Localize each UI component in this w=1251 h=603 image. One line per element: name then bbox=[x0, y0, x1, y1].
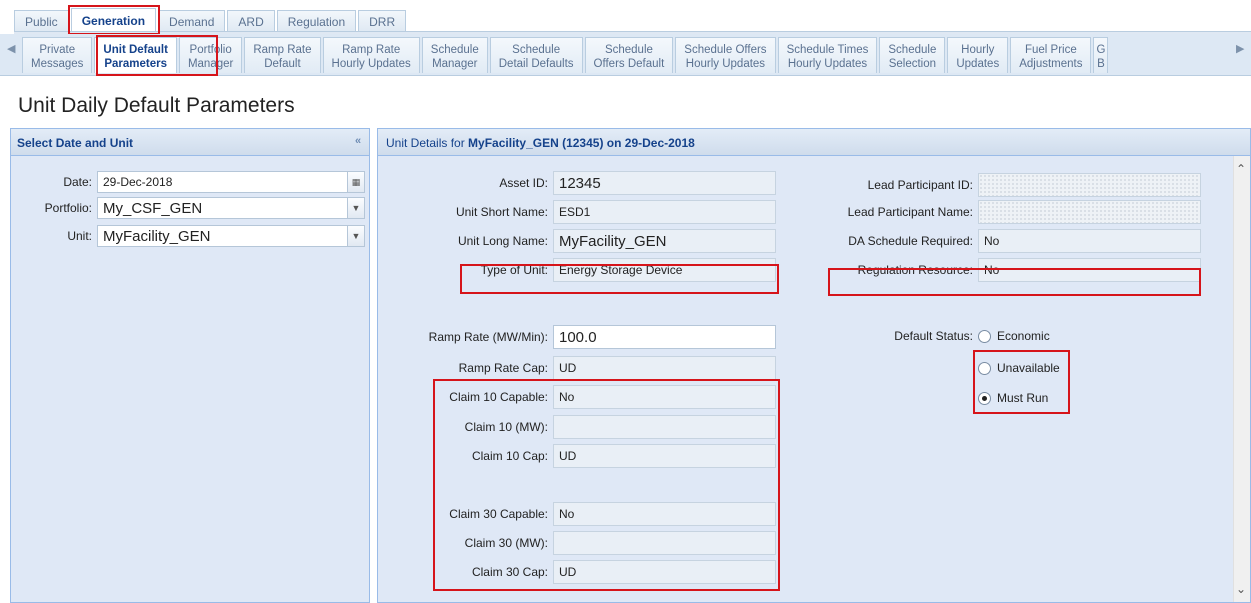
ramp-rate-input[interactable]: 100.0 bbox=[553, 325, 776, 349]
claim-10-cap-label: Claim 10 Cap: bbox=[471, 449, 548, 463]
tab-truncated[interactable]: G B bbox=[1093, 37, 1109, 73]
tab-schedule-times-hourly-updates[interactable]: Schedule Times Hourly Updates bbox=[777, 37, 878, 73]
claim-30-cap-label: Claim 30 Cap: bbox=[471, 565, 548, 579]
asset-id-field: 12345 bbox=[553, 171, 776, 195]
unit-details-panel: Unit Details for MyFacility_GEN (12345) … bbox=[377, 128, 1251, 603]
ramp-rate-label: Ramp Rate (MW/Min): bbox=[428, 330, 548, 344]
tab-schedule-offers-hourly-updates[interactable]: Schedule Offers Hourly Updates bbox=[675, 37, 776, 73]
unit-details-title: MyFacility_GEN (12345) on 29-Dec-2018 bbox=[468, 136, 695, 150]
lead-participant-id-field bbox=[978, 173, 1201, 197]
claim-10-mw-field bbox=[553, 415, 776, 439]
chevron-up-icon[interactable]: ⌃ bbox=[1236, 162, 1246, 176]
claim-30-capable-field: No bbox=[553, 502, 776, 526]
tab-schedule-manager[interactable]: Schedule Manager bbox=[421, 37, 488, 73]
tab-fuel-price-adjustments[interactable]: Fuel Price Adjustments bbox=[1010, 37, 1092, 73]
tab-schedule-offers-default[interactable]: Schedule Offers Default bbox=[584, 37, 674, 73]
claim-10-cap-field: UD bbox=[553, 444, 776, 468]
tab-ramp-rate-hourly-updates[interactable]: Ramp Rate Hourly Updates bbox=[322, 37, 420, 73]
claim-30-cap-field: UD bbox=[553, 560, 776, 584]
type-of-unit-field: Energy Storage Device bbox=[553, 258, 776, 282]
left-panel-title: Select Date and Unit bbox=[17, 136, 134, 150]
claim-10-capable-label: Claim 10 Capable: bbox=[449, 390, 548, 404]
arrow-left-icon[interactable]: ◀ bbox=[7, 42, 15, 55]
tab-portfolio-manager[interactable]: Portfolio Manager bbox=[178, 37, 243, 73]
tab-public[interactable]: Public bbox=[14, 10, 69, 32]
regulation-resource-label: Regulation Resource: bbox=[857, 263, 973, 277]
radio-circle-icon[interactable] bbox=[978, 329, 991, 343]
da-schedule-required-label: DA Schedule Required: bbox=[848, 234, 973, 248]
tab-ard[interactable]: ARD bbox=[227, 10, 275, 32]
date-label: Date: bbox=[63, 175, 92, 189]
portfolio-label: Portfolio: bbox=[44, 201, 92, 215]
chevron-down-icon[interactable]: ▼ bbox=[347, 198, 364, 218]
top-tab-bar: Public Generation Demand ARD Regulation … bbox=[0, 0, 1251, 34]
radio-must-run[interactable]: Must Run bbox=[978, 391, 1048, 405]
radio-economic-label: Economic bbox=[997, 329, 1050, 343]
regulation-resource-field: No bbox=[978, 258, 1201, 282]
unit-short-name-field: ESD1 bbox=[553, 200, 776, 224]
unit-select[interactable]: MyFacility_GEN ▼ bbox=[97, 225, 365, 247]
radio-unavailable-label: Unavailable bbox=[997, 361, 1060, 375]
select-date-and-unit-panel: Select Date and Unit « Date: 29-Dec-2018… bbox=[10, 128, 370, 603]
asset-id-label: Asset ID: bbox=[499, 176, 548, 190]
sub-tab-bar: ◀ Private Messages Unit Default Paramete… bbox=[0, 34, 1251, 76]
unit-details-prefix: Unit Details for bbox=[386, 136, 465, 150]
tab-schedule-detail-defaults[interactable]: Schedule Detail Defaults bbox=[489, 37, 583, 73]
da-schedule-required-field: No bbox=[978, 229, 1201, 253]
radio-unavailable[interactable]: Unavailable bbox=[978, 361, 1060, 375]
tab-generation[interactable]: Generation bbox=[70, 8, 157, 32]
right-panel-header: Unit Details for MyFacility_GEN (12345) … bbox=[378, 129, 1250, 156]
tab-unit-default-parameters[interactable]: Unit Default Parameters bbox=[94, 37, 177, 73]
arrow-right-icon[interactable]: ▶ bbox=[1236, 42, 1244, 55]
tab-regulation[interactable]: Regulation bbox=[276, 10, 357, 32]
unit-long-name-label: Unit Long Name: bbox=[457, 234, 548, 248]
unit-label: Unit: bbox=[67, 229, 92, 243]
claim-30-mw-label: Claim 30 (MW): bbox=[464, 536, 548, 550]
claim-10-mw-label: Claim 10 (MW): bbox=[464, 420, 548, 434]
radio-checked-icon[interactable] bbox=[978, 391, 991, 405]
claim-30-capable-label: Claim 30 Capable: bbox=[449, 507, 548, 521]
claim-10-capable-field: No bbox=[553, 385, 776, 409]
lead-participant-name-label: Lead Participant Name: bbox=[847, 205, 973, 219]
date-value: 29-Dec-2018 bbox=[103, 175, 173, 189]
tab-schedule-selection[interactable]: Schedule Selection bbox=[879, 37, 946, 73]
type-of-unit-label: Type of Unit: bbox=[480, 263, 548, 277]
chevron-down-icon[interactable]: ⌄ bbox=[1236, 582, 1246, 596]
unit-long-name-field: MyFacility_GEN bbox=[553, 229, 776, 253]
radio-must-run-label: Must Run bbox=[997, 391, 1049, 405]
chevron-down-icon[interactable]: ▼ bbox=[347, 226, 364, 246]
page-title: Unit Daily Default Parameters bbox=[18, 94, 295, 117]
default-status-label: Default Status: bbox=[894, 329, 973, 343]
radio-economic[interactable]: Economic bbox=[978, 329, 1050, 343]
date-field[interactable]: 29-Dec-2018 ▦ bbox=[97, 171, 365, 193]
radio-circle-icon[interactable] bbox=[978, 361, 991, 375]
portfolio-value: My_CSF_GEN bbox=[103, 199, 203, 217]
lead-participant-name-field bbox=[978, 200, 1201, 224]
ramp-rate-cap-field: UD bbox=[553, 356, 776, 380]
unit-value: MyFacility_GEN bbox=[103, 227, 211, 245]
double-chevron-left-icon[interactable]: « bbox=[351, 135, 365, 149]
unit-short-name-label: Unit Short Name: bbox=[455, 205, 548, 219]
tab-ramp-rate-default[interactable]: Ramp Rate Default bbox=[244, 37, 321, 73]
left-panel-header: Select Date and Unit « bbox=[11, 129, 369, 156]
claim-30-mw-field bbox=[553, 531, 776, 555]
calendar-icon[interactable]: ▦ bbox=[347, 172, 364, 192]
tab-demand[interactable]: Demand bbox=[158, 10, 226, 32]
tab-hourly-updates[interactable]: Hourly Updates bbox=[947, 37, 1009, 73]
tab-drr[interactable]: DRR bbox=[358, 10, 407, 32]
vertical-scrollbar[interactable]: ⌃ ⌄ bbox=[1233, 156, 1250, 602]
lead-participant-id-label: Lead Participant ID: bbox=[867, 178, 973, 192]
tab-private-messages[interactable]: Private Messages bbox=[22, 37, 93, 73]
ramp-rate-cap-label: Ramp Rate Cap: bbox=[458, 361, 548, 375]
portfolio-select[interactable]: My_CSF_GEN ▼ bbox=[97, 197, 365, 219]
